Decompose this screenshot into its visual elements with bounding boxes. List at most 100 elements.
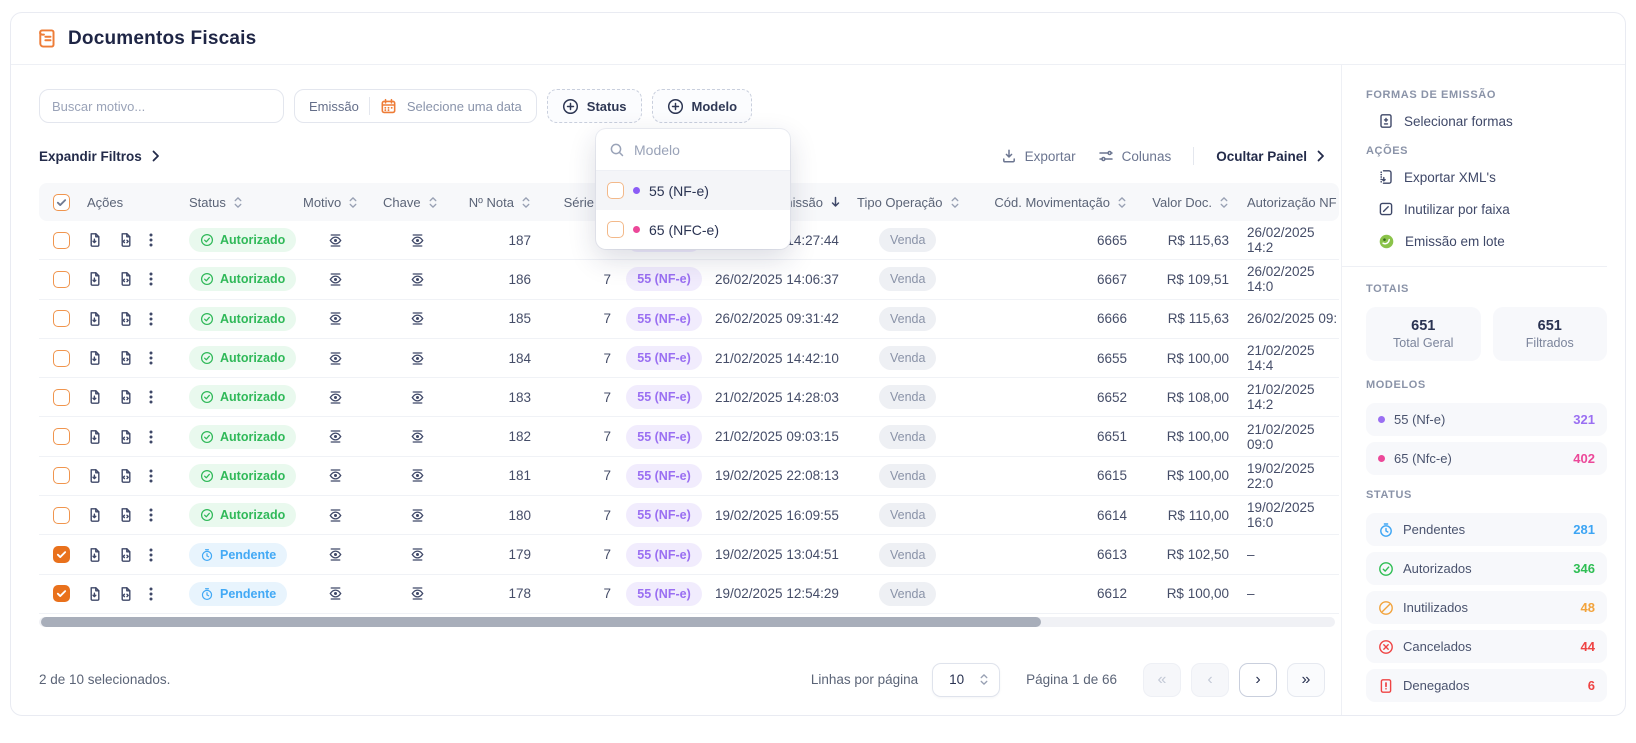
view-motivo-icon[interactable] xyxy=(327,350,344,367)
download-danfe-icon[interactable] xyxy=(87,468,103,484)
col-cod-movimentacao[interactable]: Cód. Movimentação xyxy=(994,195,1110,210)
modelo-65-row[interactable]: 65 (Nfc-e) 402 xyxy=(1366,442,1607,475)
search-motivo-box[interactable] xyxy=(39,89,284,123)
row-checkbox[interactable] xyxy=(53,310,70,327)
view-motivo-icon[interactable] xyxy=(327,232,344,249)
col-chave[interactable]: Chave xyxy=(383,195,421,210)
row-checkbox[interactable] xyxy=(53,350,70,367)
view-chave-icon[interactable] xyxy=(409,389,426,406)
horizontal-scrollbar[interactable] xyxy=(39,617,1335,627)
next-page-button[interactable]: › xyxy=(1239,663,1277,697)
modelo-dropdown-option[interactable]: 65 (NFC-e) xyxy=(596,210,790,249)
kebab-menu-icon[interactable] xyxy=(149,311,153,327)
sort-icon[interactable] xyxy=(233,196,243,209)
view-chave-icon[interactable] xyxy=(409,232,426,249)
kebab-menu-icon[interactable] xyxy=(149,507,153,523)
modelo-dropdown-option[interactable]: 55 (NF-e) xyxy=(596,171,790,210)
download-danfe-icon[interactable] xyxy=(87,271,103,287)
view-chave-icon[interactable] xyxy=(409,546,426,563)
download-xml-icon[interactable] xyxy=(118,311,134,327)
row-checkbox[interactable] xyxy=(53,585,70,602)
first-page-button[interactable]: « xyxy=(1143,663,1181,697)
prev-page-button[interactable]: ‹ xyxy=(1191,663,1229,697)
status-filter-button[interactable]: Status xyxy=(547,89,642,123)
view-motivo-icon[interactable] xyxy=(327,585,344,602)
kebab-menu-icon[interactable] xyxy=(149,232,153,248)
download-xml-icon[interactable] xyxy=(118,468,134,484)
download-danfe-icon[interactable] xyxy=(87,429,103,445)
col-valor-doc[interactable]: Valor Doc. xyxy=(1152,195,1212,210)
last-page-button[interactable]: » xyxy=(1287,663,1325,697)
download-xml-icon[interactable] xyxy=(118,507,134,523)
row-checkbox[interactable] xyxy=(53,389,70,406)
option-checkbox[interactable] xyxy=(607,221,624,238)
download-danfe-icon[interactable] xyxy=(87,547,103,563)
download-danfe-icon[interactable] xyxy=(87,389,103,405)
sort-icon[interactable] xyxy=(348,196,358,209)
emissao-date-filter[interactable]: Emissão Selecione uma data xyxy=(294,89,537,123)
row-checkbox[interactable] xyxy=(53,271,70,288)
sort-icon[interactable] xyxy=(1117,196,1127,209)
selecionar-formas-button[interactable]: Selecionar formas xyxy=(1378,113,1607,129)
option-checkbox[interactable] xyxy=(607,182,624,199)
view-chave-icon[interactable] xyxy=(409,428,426,445)
row-checkbox[interactable] xyxy=(53,467,70,484)
search-motivo-input[interactable] xyxy=(52,99,271,114)
kebab-menu-icon[interactable] xyxy=(149,547,153,563)
status-pendentes-row[interactable]: Pendentes 281 xyxy=(1366,513,1607,546)
row-checkbox[interactable] xyxy=(53,507,70,524)
modelo-dropdown-search[interactable]: Modelo xyxy=(596,129,790,171)
col-motivo[interactable]: Motivo xyxy=(303,195,341,210)
download-danfe-icon[interactable] xyxy=(87,311,103,327)
modelo-filter-button[interactable]: Modelo xyxy=(652,89,753,123)
view-motivo-icon[interactable] xyxy=(327,546,344,563)
view-chave-icon[interactable] xyxy=(409,507,426,524)
exportar-xmls-button[interactable]: Exportar XML's xyxy=(1378,169,1607,185)
select-all-checkbox[interactable] xyxy=(53,194,70,211)
exportar-button[interactable]: Exportar xyxy=(1001,148,1076,164)
sort-desc-icon[interactable] xyxy=(830,196,841,208)
row-checkbox[interactable] xyxy=(53,428,70,445)
rows-per-page-select[interactable]: 10 xyxy=(932,663,1000,697)
sort-icon[interactable] xyxy=(521,196,531,209)
row-checkbox[interactable] xyxy=(53,546,70,563)
download-danfe-icon[interactable] xyxy=(87,232,103,248)
kebab-menu-icon[interactable] xyxy=(149,271,153,287)
download-xml-icon[interactable] xyxy=(118,271,134,287)
sort-icon[interactable] xyxy=(1219,196,1229,209)
download-xml-icon[interactable] xyxy=(118,232,134,248)
view-motivo-icon[interactable] xyxy=(327,271,344,288)
status-autorizados-row[interactable]: Autorizados 346 xyxy=(1366,552,1607,585)
view-chave-icon[interactable] xyxy=(409,271,426,288)
kebab-menu-icon[interactable] xyxy=(149,429,153,445)
expandir-filtros-button[interactable]: Expandir Filtros xyxy=(39,149,160,164)
view-chave-icon[interactable] xyxy=(409,467,426,484)
sort-icon[interactable] xyxy=(950,196,960,209)
view-chave-icon[interactable] xyxy=(409,585,426,602)
kebab-menu-icon[interactable] xyxy=(149,468,153,484)
download-xml-icon[interactable] xyxy=(118,389,134,405)
download-danfe-icon[interactable] xyxy=(87,507,103,523)
inutilizar-por-faixa-button[interactable]: Inutilizar por faixa xyxy=(1378,201,1607,217)
col-tipo-operacao[interactable]: Tipo Operação xyxy=(857,195,943,210)
kebab-menu-icon[interactable] xyxy=(149,586,153,602)
download-danfe-icon[interactable] xyxy=(87,586,103,602)
sort-icon[interactable] xyxy=(428,196,438,209)
col-nota[interactable]: Nº Nota xyxy=(469,195,514,210)
col-serie[interactable]: Série xyxy=(564,195,594,210)
scrollbar-thumb[interactable] xyxy=(41,617,1041,627)
modelo-55-row[interactable]: 55 (Nf-e) 321 xyxy=(1366,403,1607,436)
view-motivo-icon[interactable] xyxy=(327,389,344,406)
view-chave-icon[interactable] xyxy=(409,350,426,367)
view-motivo-icon[interactable] xyxy=(327,310,344,327)
status-cancelados-row[interactable]: Cancelados 44 xyxy=(1366,630,1607,663)
kebab-menu-icon[interactable] xyxy=(149,389,153,405)
view-motivo-icon[interactable] xyxy=(327,428,344,445)
kebab-menu-icon[interactable] xyxy=(149,350,153,366)
view-motivo-icon[interactable] xyxy=(327,467,344,484)
view-motivo-icon[interactable] xyxy=(327,507,344,524)
status-inutilizados-row[interactable]: Inutilizados 48 xyxy=(1366,591,1607,624)
download-xml-icon[interactable] xyxy=(118,586,134,602)
ocultar-painel-button[interactable]: Ocultar Painel xyxy=(1216,149,1325,164)
download-xml-icon[interactable] xyxy=(118,429,134,445)
